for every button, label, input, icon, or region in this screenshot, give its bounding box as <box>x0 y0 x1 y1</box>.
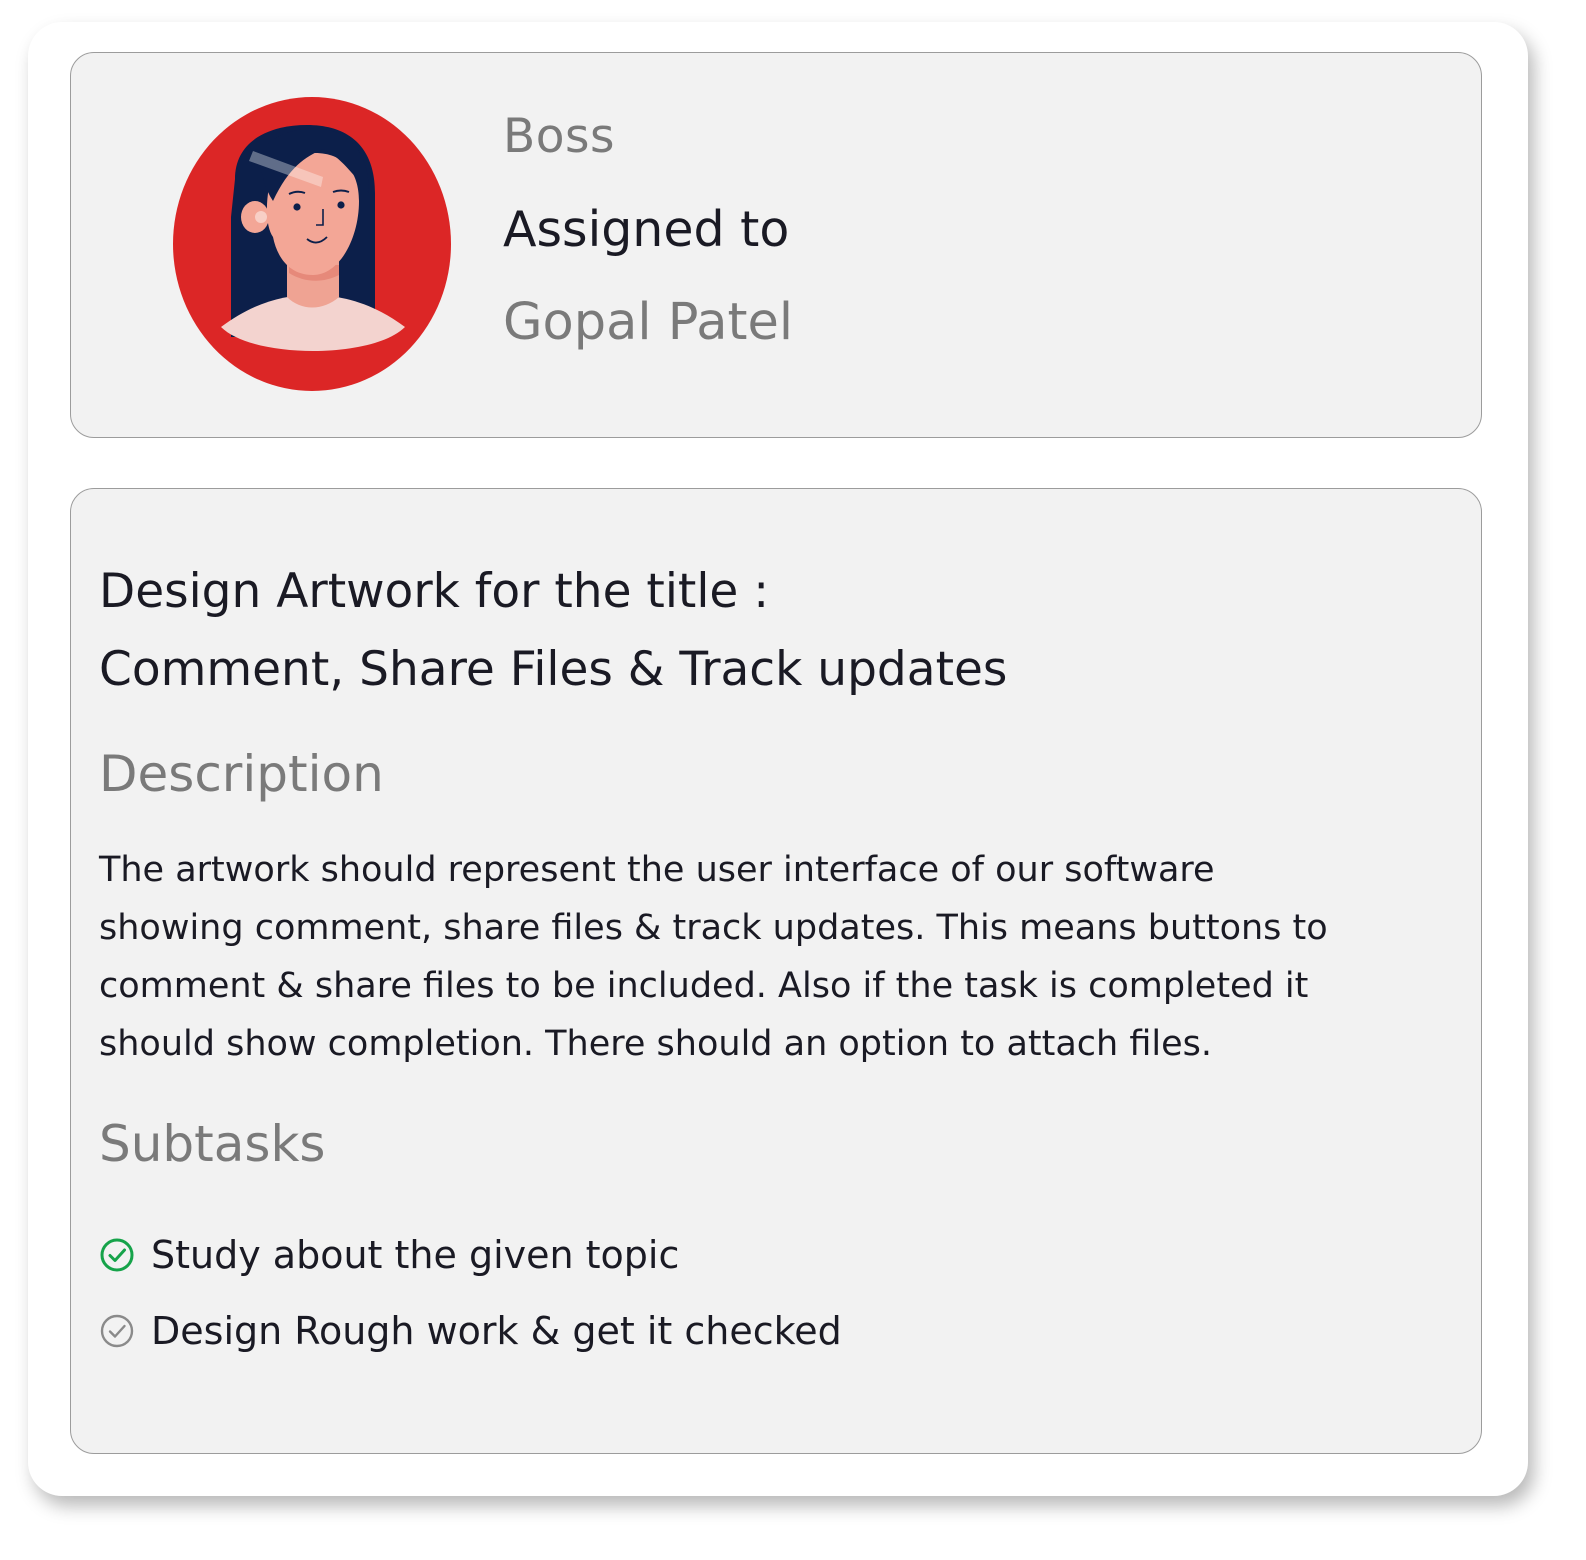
assignee-name[interactable]: Gopal Patel <box>503 293 793 352</box>
check-circle-icon[interactable] <box>99 1237 135 1273</box>
task-title: Design Artwork for the title : Comment, … <box>99 553 1459 709</box>
assignment-panel: Boss Assigned to Gopal Patel <box>70 52 1482 438</box>
task-title-line: Design Artwork for the title : <box>99 564 770 619</box>
subtask-item-pending[interactable]: Design Rough work & get it checked <box>99 1293 842 1369</box>
avatar <box>173 97 451 391</box>
task-card: Boss Assigned to Gopal Patel Design Artw… <box>28 22 1528 1496</box>
description-line: comment & share files to be included. Al… <box>99 966 1309 1006</box>
description-heading: Description <box>99 745 384 803</box>
role-label: Boss <box>503 109 615 164</box>
subtasks-heading: Subtasks <box>99 1115 326 1173</box>
task-title-line: Comment, Share Files & Track updates <box>99 642 1008 697</box>
description-line: showing comment, share files & track upd… <box>99 908 1328 948</box>
subtask-list: Study about the given topic Design Rough… <box>99 1217 842 1369</box>
check-circle-icon[interactable] <box>99 1313 135 1349</box>
subtask-label: Design Rough work & get it checked <box>151 1309 842 1353</box>
description-line: The artwork should represent the user in… <box>99 850 1215 890</box>
description-text: The artwork should represent the user in… <box>99 841 1469 1073</box>
subtask-label: Study about the given topic <box>151 1233 680 1277</box>
task-details-panel: Design Artwork for the title : Comment, … <box>70 488 1482 1454</box>
description-line: should show completion. There should an … <box>99 1024 1213 1064</box>
subtask-item-completed[interactable]: Study about the given topic <box>99 1217 842 1293</box>
assigned-to-label: Assigned to <box>503 201 790 258</box>
